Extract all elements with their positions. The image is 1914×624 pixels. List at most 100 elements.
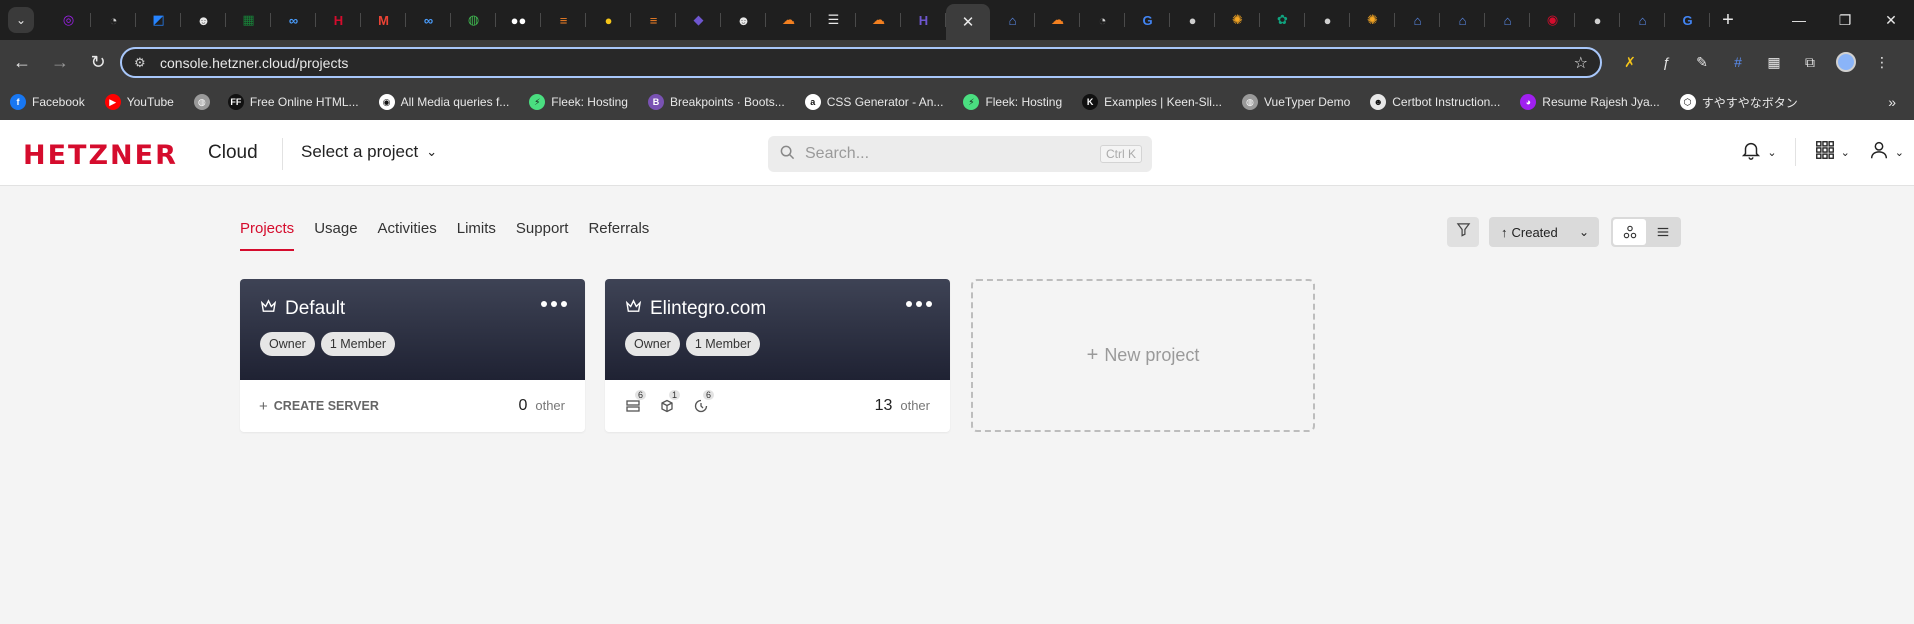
address-bar[interactable]: ⚙ console.hetzner.cloud/projects ☆ bbox=[120, 47, 1602, 78]
browser-tab[interactable]: ☻ bbox=[181, 0, 226, 40]
notifications-button[interactable]: ⌄ bbox=[1740, 139, 1777, 166]
back-button[interactable]: ← bbox=[6, 46, 38, 78]
tab-limits[interactable]: Limits bbox=[457, 220, 496, 251]
user-menu-button[interactable]: ⌄ bbox=[1868, 139, 1904, 166]
bookmark-item[interactable]: ◍ VueTyper Demo bbox=[1241, 94, 1350, 110]
bookmark-star-icon[interactable]: ☆ bbox=[1574, 53, 1588, 73]
browser-tab[interactable]: ◍ bbox=[451, 0, 496, 40]
project-card-default[interactable]: Default Owner 1 Member + CREATE SERVER 0… bbox=[240, 279, 585, 432]
bookmark-item[interactable]: ◕ Resume Rajesh Jya... bbox=[1520, 94, 1660, 110]
browser-tab[interactable]: ≡ bbox=[631, 0, 676, 40]
bookmark-item[interactable]: ◉ All Media queries f... bbox=[378, 94, 509, 110]
bookmark-item[interactable]: f Facebook bbox=[10, 94, 85, 110]
tab-support[interactable]: Support bbox=[516, 220, 569, 251]
browser-tab[interactable]: M bbox=[361, 0, 406, 40]
browser-tab[interactable]: ◉ bbox=[1530, 0, 1575, 40]
link-icon: ∞ bbox=[423, 12, 434, 28]
browser-tabstrip: ⌄ ◎ ◔ ◩ ☻ ▦ ∞ H M ∞ ◍ ●● ≡ ● ≡ ◆ ☻ ☁ ☰ ☁ H ✕ ⌂ ☁ ◔ G ● ✺ ✿ ● ✺ ⌂ ⌂ ⌂ ◉ ● ⌂ G… bbox=[0, 0, 1914, 40]
browser-tab[interactable]: ◔ bbox=[91, 0, 136, 40]
browser-tab[interactable]: ☁ bbox=[856, 0, 901, 40]
bookmark-item[interactable]: ☻ Certbot Instruction... bbox=[1370, 94, 1500, 110]
tab-referrals[interactable]: Referrals bbox=[588, 220, 649, 251]
extension-fx-icon[interactable]: ƒ bbox=[1648, 46, 1684, 78]
browser-tab[interactable]: ☁ bbox=[1035, 0, 1080, 40]
browser-tab[interactable]: ◎ bbox=[46, 0, 91, 40]
browser-tab[interactable]: ⌂ bbox=[990, 0, 1035, 40]
list-view-button[interactable] bbox=[1646, 219, 1679, 245]
browser-tab[interactable]: ✺ bbox=[1215, 0, 1260, 40]
forward-button[interactable]: → bbox=[44, 46, 76, 78]
browser-tab[interactable]: ● bbox=[1305, 0, 1350, 40]
profile-avatar[interactable] bbox=[1828, 46, 1864, 78]
new-tab-button[interactable]: + bbox=[1710, 9, 1746, 32]
bookmark-item[interactable]: ⚡ Fleek: Hosting bbox=[963, 94, 1062, 110]
more-bookmarks-icon[interactable]: » bbox=[1888, 94, 1896, 110]
browser-tab[interactable]: ▦ bbox=[226, 0, 271, 40]
apps-menu-button[interactable]: ⌄ bbox=[1814, 139, 1850, 166]
minimize-button[interactable]: — bbox=[1776, 0, 1822, 40]
restore-button[interactable]: ❐ bbox=[1822, 0, 1868, 40]
browser-tab[interactable]: ☰ bbox=[811, 0, 856, 40]
site-info-icon[interactable]: ⚙ bbox=[134, 55, 152, 71]
sort-select[interactable]: ↑ Created ⌄ bbox=[1489, 217, 1599, 247]
browser-tab[interactable]: ● bbox=[1170, 0, 1215, 40]
close-window-button[interactable]: ✕ bbox=[1868, 0, 1914, 40]
search-input[interactable]: Search... Ctrl K bbox=[768, 136, 1152, 172]
bookmark-item[interactable]: K Examples | Keen-Sli... bbox=[1082, 94, 1222, 110]
extensions-puzzle-icon[interactable]: ⧉ bbox=[1792, 46, 1828, 78]
bookmark-item[interactable]: ⚡ Fleek: Hosting bbox=[529, 94, 628, 110]
color-picker-icon[interactable]: ✎ bbox=[1684, 46, 1720, 78]
reload-button[interactable]: ↻ bbox=[82, 46, 114, 78]
create-server-label: CREATE SERVER bbox=[273, 399, 379, 413]
browser-tab[interactable]: ⌂ bbox=[1440, 0, 1485, 40]
project-menu-button[interactable] bbox=[902, 301, 932, 307]
browser-tab[interactable]: ✿ bbox=[1260, 0, 1305, 40]
new-project-button[interactable]: + New project bbox=[971, 279, 1315, 432]
card-view-button[interactable] bbox=[1613, 219, 1646, 245]
browser-tab[interactable]: ≡ bbox=[541, 0, 586, 40]
bookmark-item[interactable]: a CSS Generator - An... bbox=[804, 94, 943, 110]
browser-tab[interactable]: ∞ bbox=[271, 0, 316, 40]
tab-search-button[interactable]: ⌄ bbox=[8, 7, 34, 33]
bookmark-item[interactable]: ◍ bbox=[193, 94, 216, 110]
browser-tab[interactable]: ⌂ bbox=[1620, 0, 1665, 40]
tab-activities[interactable]: Activities bbox=[378, 220, 437, 251]
hetzner-logo[interactable]: HETZNER bbox=[23, 140, 178, 171]
bookmark-item[interactable]: FF Free Online HTML... bbox=[227, 94, 359, 110]
tab-projects[interactable]: Projects bbox=[240, 220, 295, 251]
browser-tab[interactable]: ∞ bbox=[406, 0, 451, 40]
filter-button[interactable] bbox=[1447, 217, 1479, 247]
browser-tab[interactable]: H bbox=[316, 0, 361, 40]
project-menu-button[interactable] bbox=[537, 301, 567, 307]
browser-tab[interactable]: ◩ bbox=[136, 0, 181, 40]
browser-tab[interactable]: ☁ bbox=[766, 0, 811, 40]
browser-tab[interactable]: ●● bbox=[496, 0, 541, 40]
tab-usage[interactable]: Usage bbox=[314, 220, 357, 251]
create-server-button[interactable]: + CREATE SERVER bbox=[259, 398, 379, 415]
bookmark-item[interactable]: B Breakpoints · Boots... bbox=[647, 94, 785, 110]
browser-tab[interactable]: ● bbox=[1575, 0, 1620, 40]
browser-tab[interactable]: ◔ bbox=[1080, 0, 1125, 40]
project-selector[interactable]: Select a project ⌄ bbox=[301, 142, 437, 162]
snapshot-icon[interactable]: 6 bbox=[693, 390, 715, 414]
close-icon[interactable]: ✕ bbox=[962, 13, 975, 31]
browser-tab[interactable]: ⌂ bbox=[1395, 0, 1440, 40]
browser-tab[interactable]: H bbox=[901, 0, 946, 40]
ruler-extension-icon[interactable]: # bbox=[1720, 46, 1756, 78]
extension-x-icon[interactable]: ✗ bbox=[1612, 46, 1648, 78]
browser-tab[interactable]: ◆ bbox=[676, 0, 721, 40]
server-icon[interactable]: 6 bbox=[625, 390, 647, 414]
browser-tab[interactable]: ✺ bbox=[1350, 0, 1395, 40]
qr-code-icon[interactable]: ▦ bbox=[1756, 46, 1792, 78]
browser-tab[interactable]: ✕ bbox=[946, 4, 990, 40]
volume-icon[interactable]: 1 bbox=[659, 390, 681, 414]
browser-menu-icon[interactable]: ⋮ bbox=[1864, 46, 1900, 78]
browser-tab[interactable]: G bbox=[1125, 0, 1170, 40]
browser-tab[interactable]: ⌂ bbox=[1485, 0, 1530, 40]
project-card-elintegro[interactable]: Elintegro.com Owner 1 Member 6 1 6 13 ot… bbox=[605, 279, 950, 432]
bookmark-item[interactable]: ⬡ すやすやなボタン bbox=[1679, 94, 1798, 111]
browser-tab[interactable]: ☻ bbox=[721, 0, 766, 40]
browser-tab[interactable]: G bbox=[1665, 0, 1710, 40]
browser-tab[interactable]: ● bbox=[586, 0, 631, 40]
bookmark-item[interactable]: ▶ YouTube bbox=[104, 94, 174, 110]
